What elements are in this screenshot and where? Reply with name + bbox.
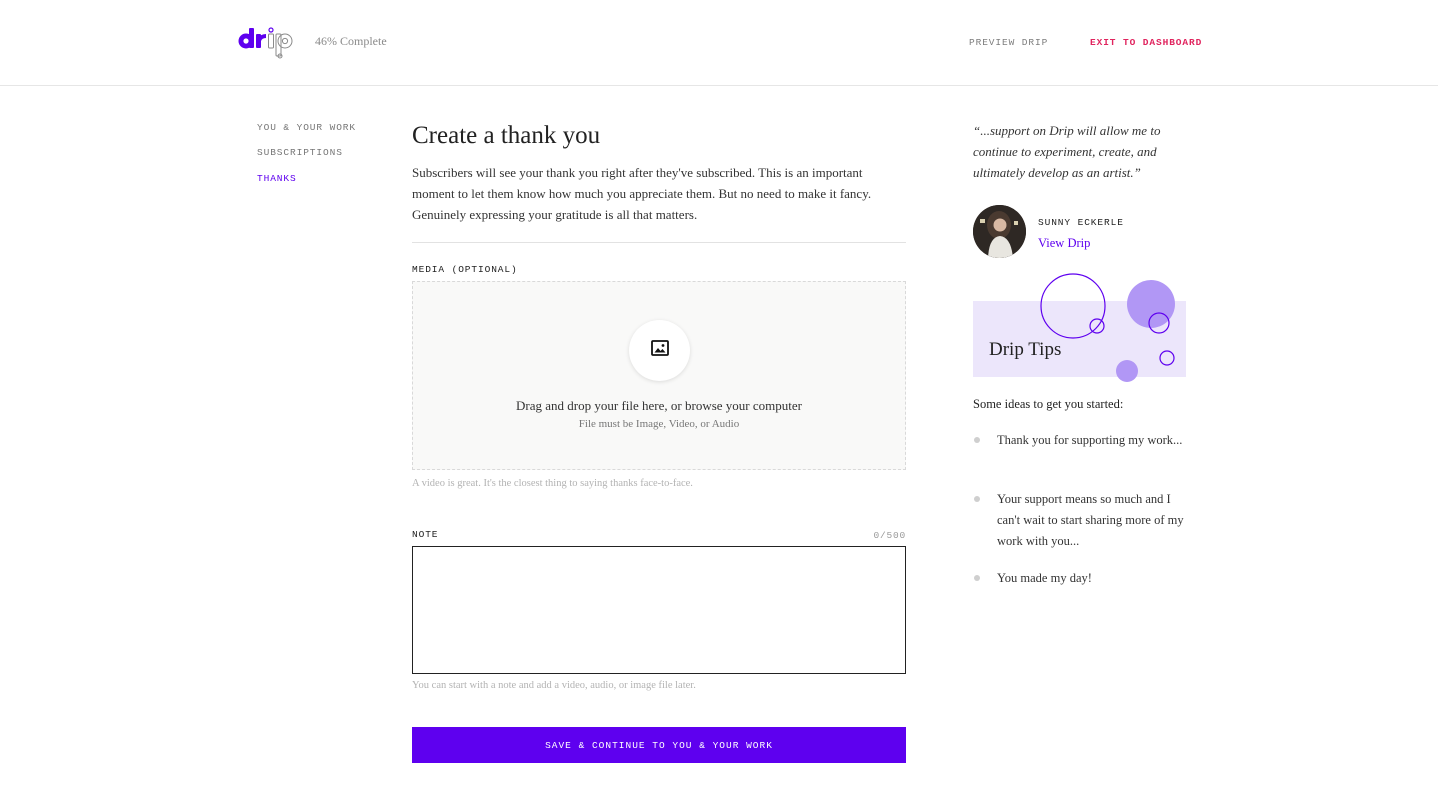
- avatar: [973, 205, 1026, 258]
- dropzone-text: Drag and drop your file here, or browse …: [516, 398, 802, 413]
- media-hint: A video is great. It's the closest thing…: [412, 478, 693, 489]
- media-label: MEDIA (OPTIONAL): [412, 264, 518, 275]
- exit-to-dashboard-link[interactable]: EXIT TO DASHBOARD: [1090, 37, 1202, 48]
- divider: [412, 242, 906, 243]
- preview-drip-link[interactable]: PREVIEW DRIP: [969, 37, 1048, 48]
- page-title: Create a thank you: [412, 122, 601, 149]
- nav-item-subscriptions[interactable]: SUBSCRIPTIONS: [257, 147, 343, 158]
- note-character-counter: 0/500: [873, 530, 906, 541]
- tip-item: Thank you for supporting my work...: [997, 433, 1183, 447]
- bullet-dot: [974, 496, 980, 502]
- progress-text: 46% Complete: [315, 34, 387, 48]
- drip-logo[interactable]: [237, 26, 297, 60]
- testimonial-quote: “...support on Drip will allow me to con…: [973, 123, 1161, 180]
- drip-tips-title: Drip Tips: [989, 339, 1062, 360]
- image-upload-button[interactable]: [629, 320, 690, 381]
- bullet-dot: [974, 575, 980, 581]
- tips-intro: Some ideas to get you started:: [973, 397, 1124, 411]
- intro-text: Subscribers will see your thank you righ…: [412, 165, 872, 222]
- note-hint: You can start with a note and add a vide…: [412, 680, 696, 691]
- top-header: 46% Complete PREVIEW DRIP EXIT TO DASHBO…: [0, 0, 1438, 86]
- save-and-continue-button[interactable]: SAVE & CONTINUE TO YOU & YOUR WORK: [412, 727, 906, 763]
- note-textarea[interactable]: [412, 546, 906, 674]
- view-drip-link[interactable]: View Drip: [1038, 236, 1090, 251]
- tip-item: Your support means so much and I can't w…: [997, 492, 1184, 548]
- nav-item-thanks[interactable]: THANKS: [257, 173, 297, 184]
- bullet-dot: [974, 437, 980, 443]
- media-dropzone[interactable]: Drag and drop your file here, or browse …: [412, 281, 906, 470]
- dropzone-subtext: File must be Image, Video, or Audio: [578, 418, 740, 430]
- author-name: SUNNY ECKERLE: [1038, 217, 1124, 228]
- note-label: NOTE: [412, 529, 439, 540]
- tip-item: You made my day!: [997, 571, 1092, 585]
- image-icon: [650, 340, 669, 361]
- nav-item-you-and-your-work[interactable]: YOU & YOUR WORK: [257, 122, 356, 133]
